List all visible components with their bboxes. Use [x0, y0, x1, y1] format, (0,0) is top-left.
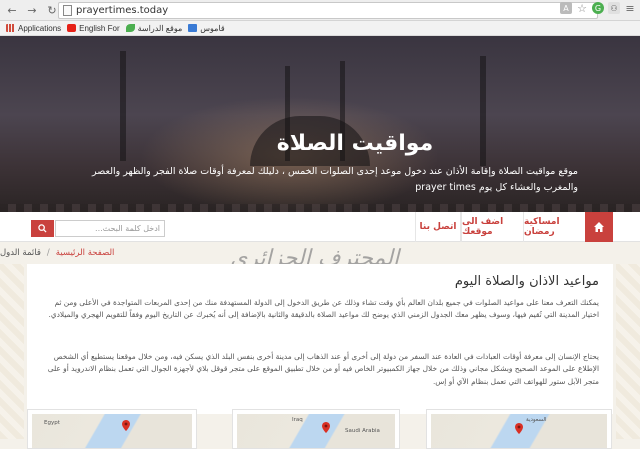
breadcrumb-home[interactable]: الصفحة الرئيسية: [56, 248, 115, 258]
map-pin-icon: [322, 422, 330, 433]
search-input[interactable]: ادخل كلمة البحث...: [55, 220, 165, 237]
map-label: Iraq: [292, 417, 303, 423]
back-icon[interactable]: ←: [4, 2, 20, 18]
map-pin-icon: [122, 420, 130, 431]
extension-icon[interactable]: ⚇: [608, 2, 620, 14]
search-button[interactable]: [31, 220, 54, 237]
hero-banner: مواقيت الصلاة موقع مواقيت الصلاة وإقامة …: [0, 36, 640, 212]
youtube-icon: [67, 24, 77, 32]
address-bar[interactable]: prayertimes.today: [58, 2, 598, 19]
bookmark-dictionary[interactable]: قاموس: [188, 24, 225, 33]
apps-grid-icon: [6, 24, 15, 32]
menu-icon[interactable]: ≡: [624, 2, 636, 15]
breadcrumb-separator: /: [46, 248, 50, 258]
country-map-card[interactable]: Egypt: [27, 409, 197, 449]
bookmark-english-for[interactable]: English For: [67, 24, 120, 33]
map-thumbnail: السعودية: [431, 414, 607, 448]
bookmark-applications[interactable]: Applications: [6, 24, 61, 33]
country-map-card[interactable]: Iraq Saudi Arabia: [232, 409, 400, 449]
extension-icon[interactable]: G: [592, 2, 604, 14]
nav-add-to-site[interactable]: اضف الى موقعك: [461, 212, 523, 242]
nav-contact[interactable]: اتصل بنا: [415, 212, 461, 242]
nav-ramadan-calendar[interactable]: امساكية رمضان: [523, 212, 585, 242]
content-title: مواعيد الاذان والصلاة اليوم: [454, 274, 599, 289]
bookmark-study-site[interactable]: موقع الدراسة: [125, 24, 182, 33]
map-thumbnail: Egypt: [32, 414, 192, 448]
home-button[interactable]: [585, 212, 613, 242]
home-icon: [594, 222, 604, 232]
hero-description: موقع مواقيت الصلاة وإقامة الأذان عند دخو…: [92, 166, 578, 193]
address-bar-url: prayertimes.today: [76, 5, 169, 16]
main-navbar: امساكية رمضان اضف الى موقعك اتصل بنا ادخ…: [0, 212, 640, 242]
search-icon: [38, 224, 47, 233]
content-paragraph: يمكنك التعرف معنا على مواعيد الصلوات في …: [48, 298, 599, 320]
book-icon: [188, 24, 198, 32]
map-label: السعودية: [526, 417, 547, 423]
decorative-pattern: [0, 264, 24, 439]
forward-icon[interactable]: →: [24, 2, 40, 18]
page-icon: [63, 5, 72, 16]
leaf-icon: [125, 24, 135, 32]
map-label: Saudi Arabia: [345, 428, 380, 434]
decorative-pattern: [616, 264, 640, 439]
map-thumbnail: Iraq Saudi Arabia: [237, 414, 395, 448]
page-title: مواقيت الصلاة: [276, 131, 434, 156]
map-label: Egypt: [44, 420, 60, 426]
content-paragraph: يحتاج الإنسان إلى معرفة أوقات العبادات ف…: [47, 352, 599, 386]
breadcrumb-current: قائمة الدول: [0, 248, 41, 258]
map-pin-icon: [515, 423, 523, 434]
translate-icon[interactable]: A: [560, 2, 572, 14]
bookmarks-bar: Applications English For موقع الدراسة قا…: [0, 21, 640, 36]
country-map-card[interactable]: السعودية: [426, 409, 612, 449]
star-icon[interactable]: ☆: [576, 2, 588, 15]
browser-toolbar: ← → ↻ prayertimes.today A ☆ G ⚇ ≡: [0, 0, 640, 21]
content-card: مواعيد الاذان والصلاة اليوم يمكنك التعرف…: [27, 264, 613, 414]
hero-border-pattern: [0, 204, 640, 212]
